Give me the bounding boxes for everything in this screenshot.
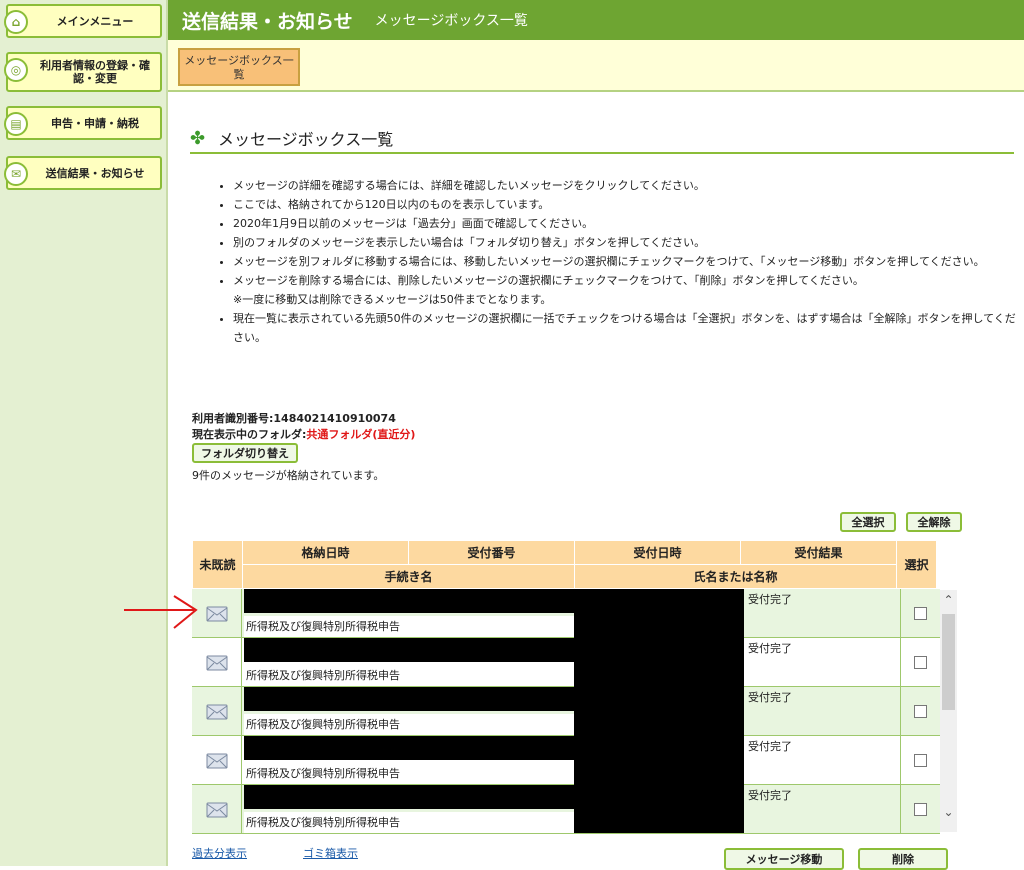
received-date-header: 受付日時	[574, 540, 741, 565]
move-message-button[interactable]: メッセージ移動	[724, 848, 844, 870]
procedure-cell: 所得税及び復興特別所得税申告	[244, 714, 574, 735]
document-icon: ▤	[4, 112, 28, 136]
receipt-no-header: 受付番号	[408, 540, 575, 565]
sidebar-item-user-info[interactable]: ◎ 利用者情報の登録・確認・変更	[4, 52, 162, 92]
note-sub: ※一度に移動又は削除できるメッセージは50件までとなります。	[233, 293, 552, 306]
result-cell: 受付完了	[748, 642, 792, 655]
scroll-down-icon[interactable]: ⌄	[942, 806, 955, 819]
select-all-button[interactable]: 全選択	[840, 512, 896, 532]
user-id-line: 利用者識別番号:1484021410910074	[192, 410, 396, 426]
sidebar-item-label: 送信結果・お知らせ	[45, 166, 145, 180]
table-row[interactable]: 受付完了所得税及び復興特別所得税申告	[192, 687, 940, 736]
trash-link[interactable]: ゴミ箱表示	[303, 845, 358, 861]
result-cell: 受付完了	[748, 740, 792, 753]
tab-bar: メッセージボックス一覧	[168, 40, 1024, 92]
procedure-cell: 所得税及び復興特別所得税申告	[244, 763, 574, 784]
redacted-block	[244, 638, 578, 662]
note-item: メッセージを削除する場合には、削除したいメッセージの選択欄にチェックマークをつけ…	[233, 271, 1016, 309]
note-item: メッセージの詳細を確認する場合には、詳細を確認したいメッセージをクリックしてくだ…	[233, 176, 1016, 195]
page-title: メッセージボックス一覧	[218, 130, 394, 149]
select-cell	[900, 589, 940, 638]
select-checkbox[interactable]	[914, 803, 927, 816]
folder-label: 現在表示中のフォルダ:	[192, 428, 307, 441]
select-checkbox[interactable]	[914, 754, 927, 767]
redacted-block	[244, 687, 578, 711]
envelope-icon[interactable]	[192, 785, 242, 834]
envelope-icon[interactable]	[192, 736, 242, 785]
result-cell: 受付完了	[748, 691, 792, 704]
table-row[interactable]: 受付完了所得税及び復興特別所得税申告	[192, 589, 940, 638]
page-heading: ✤ メッセージボックス一覧	[190, 124, 1014, 154]
table-row[interactable]: 受付完了所得税及び復興特別所得税申告	[192, 785, 940, 834]
procedure-cell: 所得税及び復興特別所得税申告	[244, 665, 574, 686]
scroll-thumb[interactable]	[942, 614, 955, 710]
select-cell	[900, 785, 940, 834]
select-cell	[900, 638, 940, 687]
sidebar: ⌂ メインメニュー ◎ 利用者情報の登録・確認・変更 ▤ 申告・申請・納税 ✉ …	[0, 0, 168, 866]
instruction-list: メッセージの詳細を確認する場合には、詳細を確認したいメッセージをクリックしてくだ…	[216, 176, 1016, 347]
past-messages-link[interactable]: 過去分表示	[192, 845, 247, 861]
header-title: 送信結果・お知らせ	[182, 10, 353, 33]
redacted-block	[244, 589, 578, 613]
sidebar-item-results[interactable]: ✉ 送信結果・お知らせ	[4, 156, 162, 190]
message-count: 9件のメッセージが格納されています。	[192, 469, 385, 482]
result-cell: 受付完了	[748, 593, 792, 606]
table-header-row: 未既読 格納日時 受付番号 受付日時 受付結果 選択	[192, 540, 937, 589]
select-checkbox[interactable]	[914, 656, 927, 669]
redacted-block	[244, 785, 578, 809]
sidebar-item-declaration[interactable]: ▤ 申告・申請・納税	[4, 106, 162, 140]
tab-message-box-list[interactable]: メッセージボックス一覧	[178, 48, 300, 86]
note-item: ここでは、格納されてから120日以内のものを表示しています。	[233, 195, 1016, 214]
name-header: 氏名または名称	[574, 564, 897, 589]
table-row[interactable]: 受付完了所得税及び復興特別所得税申告	[192, 638, 940, 687]
table-row[interactable]: 受付完了所得税及び復興特別所得税申告	[192, 736, 940, 785]
message-table: 未既読 格納日時 受付番号 受付日時 受付結果 選択 手続き名 氏名または名称	[192, 540, 937, 589]
sidebar-item-main-menu[interactable]: ⌂ メインメニュー	[4, 4, 162, 38]
sidebar-item-label: メインメニュー	[56, 14, 134, 28]
procedure-header: 手続き名	[242, 564, 575, 589]
header-subtitle: メッセージボックス一覧	[374, 13, 528, 29]
select-cell	[900, 687, 940, 736]
mail-icon: ✉	[4, 162, 28, 186]
table-header-row: 手続き名 氏名または名称	[193, 564, 937, 589]
procedure-cell: 所得税及び復興特別所得税申告	[244, 616, 574, 637]
envelope-icon[interactable]	[192, 687, 242, 736]
scroll-up-icon[interactable]: ⌃	[942, 594, 955, 607]
home-icon: ⌂	[4, 10, 28, 34]
result-cell: 受付完了	[748, 789, 792, 802]
user-settings-icon: ◎	[4, 58, 28, 82]
folder-line: 現在表示中のフォルダ:共通フォルダ(直近分)	[192, 426, 415, 442]
sidebar-item-label: 利用者情報の登録・確認・変更	[40, 59, 150, 85]
select-checkbox[interactable]	[914, 705, 927, 718]
note-item: 現在一覧に表示されている先頭50件のメッセージの選択欄に一括でチェックをつける場…	[233, 309, 1016, 347]
select-cell	[900, 736, 940, 785]
unread-header: 未既読	[192, 540, 243, 589]
top-bar: 送信結果・お知らせ メッセージボックス一覧	[168, 0, 1024, 40]
sidebar-item-label: 申告・申請・納税	[51, 116, 139, 130]
note-text: メッセージを削除する場合には、削除したいメッセージの選択欄にチェックマークをつけ…	[233, 274, 864, 287]
select-header: 選択	[896, 540, 937, 589]
stored-date-header: 格納日時	[242, 540, 409, 565]
user-id-value: 1484021410910074	[273, 412, 396, 425]
clover-icon: ✤	[190, 127, 206, 149]
deselect-all-button[interactable]: 全解除	[906, 512, 962, 532]
redacted-block	[574, 589, 744, 833]
envelope-icon[interactable]	[192, 638, 242, 687]
procedure-cell: 所得税及び復興特別所得税申告	[244, 812, 574, 833]
result-header: 受付結果	[740, 540, 897, 565]
delete-button[interactable]: 削除	[858, 848, 948, 870]
user-id-label: 利用者識別番号:	[192, 412, 274, 425]
note-item: メッセージを別フォルダに移動する場合には、移動したいメッセージの選択欄にチェック…	[233, 252, 1016, 271]
redacted-block	[244, 736, 578, 760]
folder-switch-button[interactable]: フォルダ切り替え	[192, 443, 298, 463]
note-item: 2020年1月9日以前のメッセージは「過去分」画面で確認してください。	[233, 214, 1016, 233]
folder-value: 共通フォルダ(直近分)	[306, 428, 416, 441]
note-item: 別のフォルダのメッセージを表示したい場合は「フォルダ切り替え」ボタンを押してくだ…	[233, 233, 1016, 252]
annotation-arrow-icon	[124, 595, 198, 629]
select-checkbox[interactable]	[914, 607, 927, 620]
table-scrollbar[interactable]: ⌃ ⌄	[940, 590, 957, 832]
